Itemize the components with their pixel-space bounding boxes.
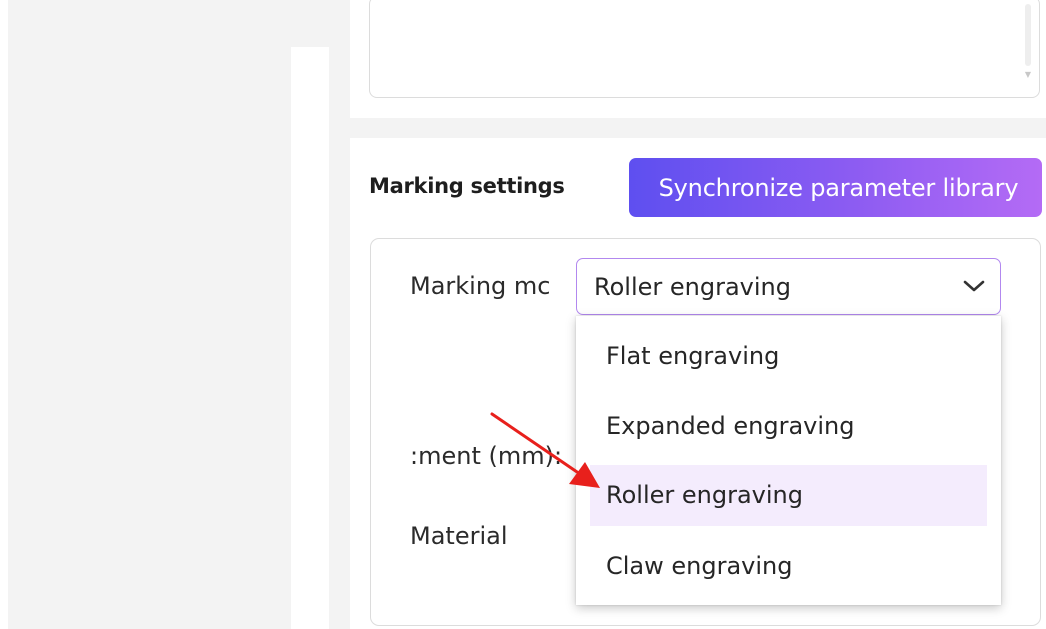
marking-mode-selected-value: Roller engraving: [594, 273, 791, 301]
dropdown-option-flat-engraving[interactable]: Flat engraving: [590, 326, 987, 387]
left-content-panel: [291, 47, 329, 629]
red-arrow-annotation-icon: [490, 412, 600, 488]
marking-mode-select[interactable]: Roller engraving: [576, 258, 1001, 315]
material-label: Material: [410, 522, 508, 550]
dropdown-option-roller-engraving[interactable]: Roller engraving: [590, 465, 987, 526]
synchronize-parameter-library-button[interactable]: Synchronize parameter library: [629, 158, 1042, 217]
dropdown-option-claw-engraving[interactable]: Claw engraving: [590, 536, 987, 597]
dropdown-option-expanded-engraving[interactable]: Expanded engraving: [590, 396, 987, 457]
marking-mode-label: Marking mc: [410, 272, 551, 300]
section-title: Marking settings: [369, 174, 565, 198]
app-window: ▼ Marking settings Synchronize parameter…: [0, 0, 1046, 629]
card-gap: [350, 118, 1046, 138]
left-panel-top-edge: [291, 0, 329, 47]
marking-mode-dropdown: Flat engraving Expanded engraving Roller…: [576, 316, 1001, 605]
scroll-down-arrow-icon[interactable]: ▼: [1023, 70, 1033, 80]
scrollbar-thumb[interactable]: [1025, 4, 1031, 66]
text-area[interactable]: [369, 0, 1040, 98]
left-background-panel: [8, 0, 291, 629]
chevron-down-icon[interactable]: [961, 275, 987, 297]
panel-divider: [329, 0, 350, 629]
